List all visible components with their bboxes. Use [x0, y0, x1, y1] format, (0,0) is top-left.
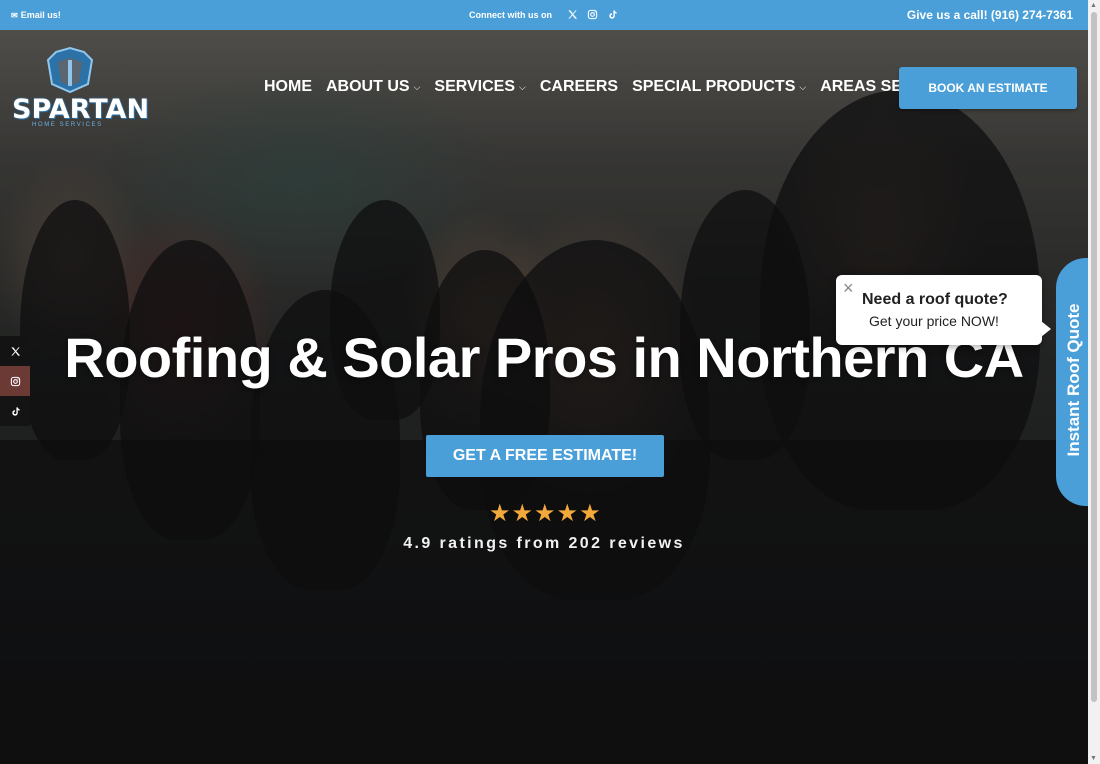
chevron-down-icon: ⌵ — [799, 81, 807, 92]
chevron-down-icon: ⌵ — [413, 81, 421, 92]
popup-subtitle: Get your price NOW! — [869, 313, 999, 329]
nav-label: SERVICES — [434, 78, 516, 95]
nav-label: SPECIAL PRODUCTS — [632, 78, 796, 95]
nav-special-products[interactable]: SPECIAL PRODUCTS ⌵ — [632, 78, 806, 96]
scrollbar-thumb[interactable] — [1091, 12, 1097, 702]
main-nav: HOME ABOUT US ⌵ SERVICES ⌵ CAREERS SPECI… — [264, 78, 946, 96]
helmet-icon — [46, 46, 94, 94]
rating-text: 4.9 ratings from 202 reviews — [403, 535, 685, 552]
connect-label: Connect with us on — [469, 10, 552, 20]
rating-stars: ★ ★ ★ ★ ★ — [489, 502, 601, 526]
nav-about-us[interactable]: ABOUT US ⌵ — [326, 78, 420, 96]
scroll-down-icon[interactable]: ▼ — [1090, 755, 1097, 762]
nav-label: CAREERS — [539, 78, 619, 95]
x-icon[interactable] — [566, 8, 579, 21]
roof-quote-popup[interactable]: × Need a roof quote? Get your price NOW! — [836, 275, 1051, 345]
popup-title: Need a roof quote? — [862, 291, 1008, 308]
spartan-logo[interactable]: SPARTAN HOME SERVICES — [12, 46, 149, 132]
tab-label: Instant Roof Quote — [1064, 303, 1083, 457]
book-estimate-button[interactable]: BOOK AN ESTIMATE — [899, 67, 1077, 109]
logo-subtitle: HOME SERVICES — [32, 122, 103, 128]
email-link[interactable]: ✉ Email us! — [11, 10, 61, 20]
tiktok-icon[interactable] — [606, 8, 619, 21]
nav-services[interactable]: SERVICES ⌵ — [434, 78, 525, 96]
email-label: Email us! — [20, 10, 61, 20]
nav-home[interactable]: HOME — [264, 78, 312, 96]
tiktok-icon[interactable] — [0, 396, 30, 426]
chevron-down-icon: ⌵ — [519, 81, 526, 92]
star-icon: ★ — [579, 500, 601, 527]
hero-background — [0, 30, 1088, 764]
top-social-links — [566, 8, 619, 21]
star-icon: ★ — [556, 500, 579, 527]
logo-wordmark: SPARTAN — [12, 94, 150, 125]
scroll-up-icon[interactable]: ▲ — [1090, 2, 1097, 9]
phone-link[interactable]: Give us a call! (916) 274-7361 — [907, 8, 1073, 22]
nav-label: ABOUT US — [326, 78, 410, 95]
close-icon[interactable]: × — [843, 278, 854, 299]
star-icon: ★ — [534, 500, 556, 527]
nav-label: HOME — [264, 78, 312, 95]
free-estimate-button[interactable]: GET A FREE ESTIMATE! — [426, 435, 664, 477]
instagram-icon[interactable] — [586, 8, 599, 21]
nav-careers[interactable]: CAREERS — [540, 78, 618, 96]
star-icon: ★ — [489, 500, 511, 527]
star-icon: ★ — [511, 500, 534, 527]
scrollbar[interactable]: ▲ ▼ — [1088, 0, 1100, 764]
instant-roof-quote-tab[interactable]: Instant Roof Quote — [1056, 258, 1092, 506]
top-bar: ✉ Email us! Connect with us on Give us a… — [0, 0, 1088, 30]
mail-icon: ✉ — [11, 10, 18, 20]
